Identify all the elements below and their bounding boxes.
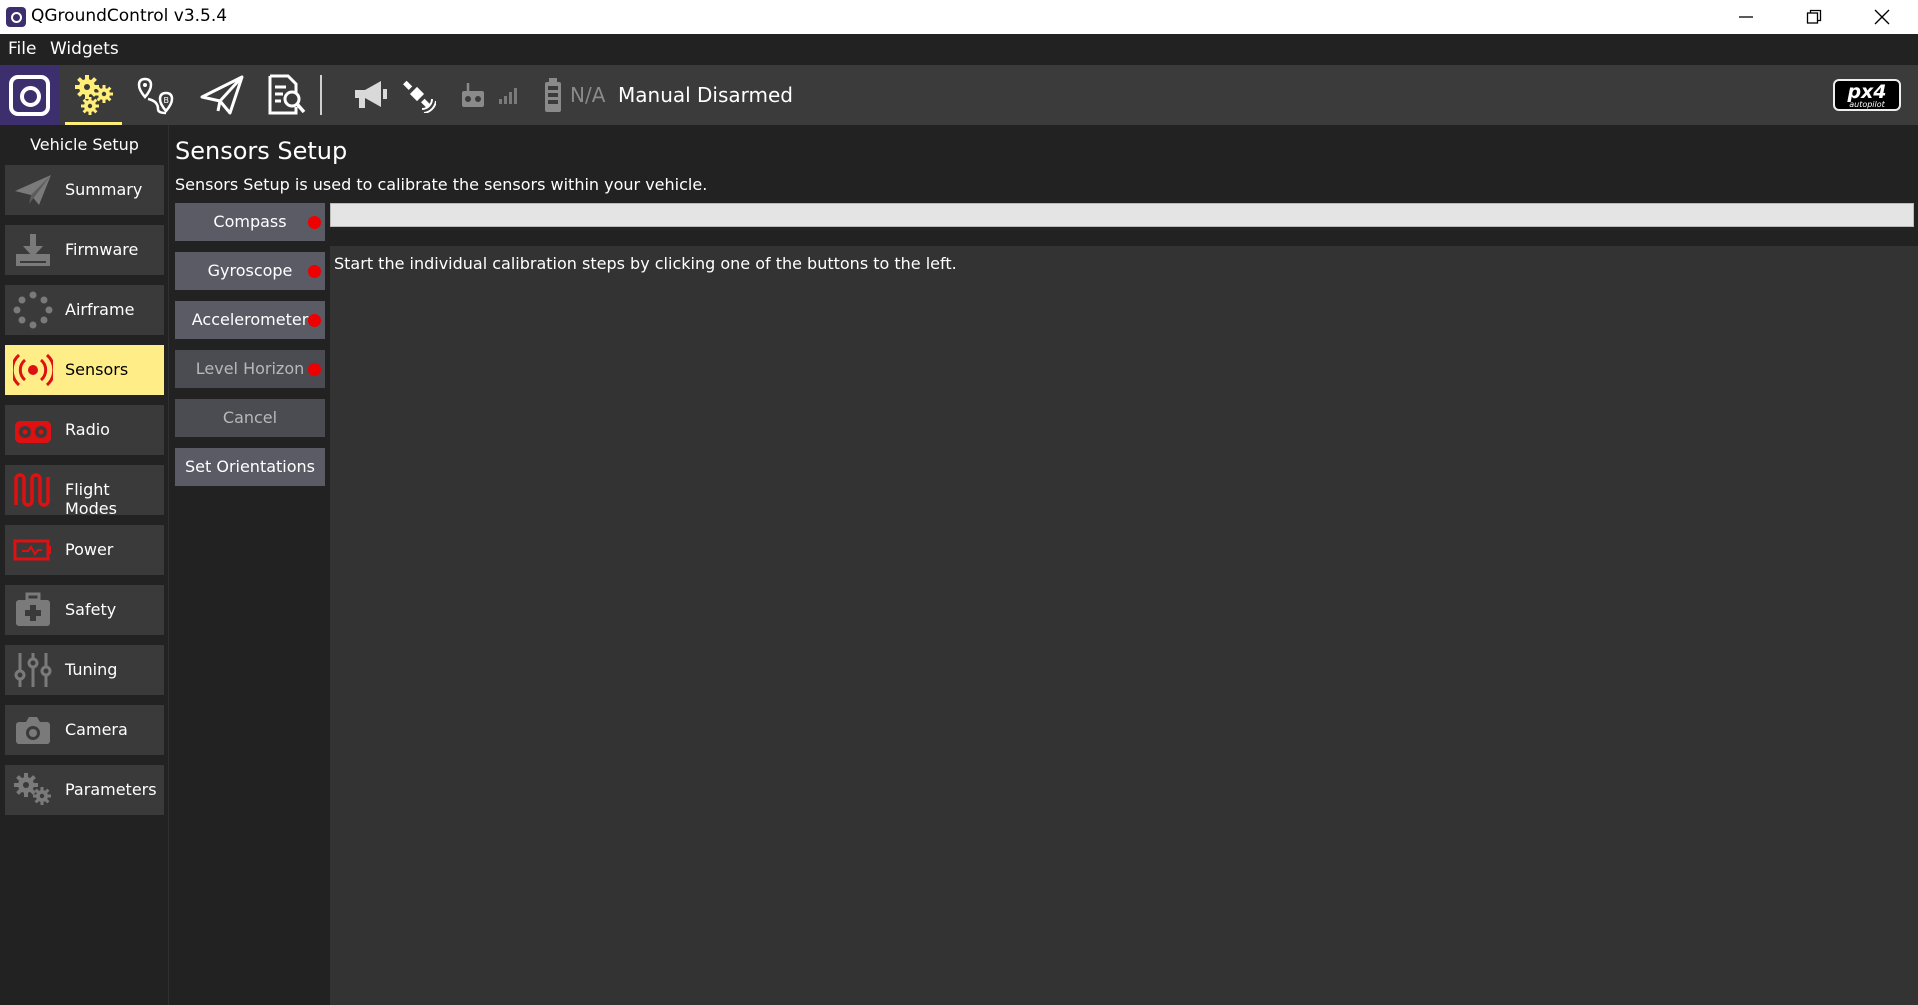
calibration-status-dot <box>308 216 321 229</box>
calibration-status-dot <box>308 265 321 278</box>
app-icon <box>6 7 26 27</box>
arm-state-indicator[interactable]: Disarmed <box>697 83 793 107</box>
sidebar-item-label: Radio <box>65 420 110 439</box>
sidebar-item-label: Safety <box>65 600 117 619</box>
page-title: Sensors Setup <box>175 137 348 165</box>
qgc-logo-icon <box>9 75 50 116</box>
sidebar-item-airframe[interactable]: Airframe <box>5 285 164 335</box>
button-label: Cancel <box>222 408 278 427</box>
parameters-gears-icon <box>14 773 51 805</box>
safety-medkit-icon <box>16 592 50 626</box>
megaphone-icon <box>355 81 387 108</box>
fly-view-icon <box>200 75 244 115</box>
sidebar-item-label: Camera <box>65 720 128 739</box>
gyroscope-calibrate-button[interactable]: Gyroscope <box>175 252 325 290</box>
main-toolbar: B N/A Manual Disarmed px4 autopilot <box>0 65 1918 125</box>
plan-view-icon: B <box>137 77 174 115</box>
menu-widgets[interactable]: Widgets <box>50 39 119 59</box>
qgc-logo-button[interactable] <box>0 65 60 125</box>
sidebar-item-label: Sensors <box>65 360 129 379</box>
sidebar-item-safety[interactable]: Safety <box>5 585 164 635</box>
button-label: Set Orientations <box>184 457 316 476</box>
button-label: Compass <box>213 212 287 231</box>
px4-logo-subtext: autopilot <box>1849 100 1885 109</box>
sidebar-item-flight-modes[interactable]: Flight Modes <box>5 465 164 518</box>
flight-modes-wave-icon <box>14 473 50 507</box>
menu-bar: File Widgets <box>0 34 1918 65</box>
radio-icon <box>15 421 51 443</box>
toolbar-separator <box>320 75 322 115</box>
sidebar-title: Vehicle Setup <box>30 135 139 154</box>
battery-text: N/A <box>570 83 606 107</box>
sidebar-item-sensors[interactable]: Sensors <box>5 345 164 395</box>
calibration-status-dot <box>308 363 321 376</box>
button-label: Gyroscope <box>207 261 293 280</box>
gps-status-button[interactable] <box>398 65 438 125</box>
calibration-status-dot <box>308 314 321 327</box>
accelerometer-calibrate-button[interactable]: Accelerometer <box>175 301 325 339</box>
sidebar-item-label: Parameters <box>65 780 157 799</box>
calibration-panel: Start the individual calibration steps b… <box>330 246 1918 1005</box>
sidebar-item-camera[interactable]: Camera <box>5 705 164 755</box>
cancel-button[interactable]: Cancel <box>175 399 325 437</box>
calibration-progress-bar <box>330 203 1914 227</box>
menu-file[interactable]: File <box>8 39 36 59</box>
vehicle-setup-button[interactable] <box>63 65 123 125</box>
sidebar-item-label: Firmware <box>65 240 139 259</box>
satellite-icon <box>403 80 436 113</box>
sidebar-item-parameters[interactable]: Parameters <box>5 765 164 815</box>
power-battery-icon <box>13 539 51 561</box>
sidebar-item-label: Flight Modes <box>65 480 117 518</box>
page-description: Sensors Setup is used to calibrate the s… <box>175 175 708 194</box>
svg-text:B: B <box>164 96 170 105</box>
sidebar-item-label: Power <box>65 540 114 559</box>
compass-calibrate-button[interactable]: Compass <box>175 203 325 241</box>
signal-strength-icon <box>499 88 517 104</box>
flight-mode-selector[interactable]: Manual <box>618 83 691 107</box>
window-title-bar: QGroundControl v3.5.4 <box>0 0 1918 34</box>
close-icon <box>1874 9 1890 25</box>
sidebar-item-power[interactable]: Power <box>5 525 164 575</box>
sidebar-item-label: Tuning <box>65 660 118 679</box>
sidebar-item-firmware[interactable]: Firmware <box>5 225 164 275</box>
window-title: QGroundControl v3.5.4 <box>31 6 228 26</box>
sidebar-item-label: Summary <box>65 180 143 199</box>
sidebar-item-radio[interactable]: Radio <box>5 405 164 455</box>
sensors-setup-page: Sensors Setup Sensors Setup is used to c… <box>169 125 1918 1005</box>
minimize-button[interactable] <box>1712 0 1780 34</box>
messages-button[interactable] <box>348 65 394 125</box>
vehicle-setup-sidebar: Vehicle Setup Summary Firmware Airframe <box>0 125 169 1005</box>
set-orientations-button[interactable]: Set Orientations <box>175 448 325 486</box>
rc-rssi-indicator[interactable] <box>458 65 518 125</box>
restore-icon <box>1806 9 1822 24</box>
px4-brand-logo: px4 autopilot <box>1833 79 1901 111</box>
plan-view-button[interactable]: B <box>130 65 186 125</box>
airframe-dots-icon <box>13 291 53 329</box>
button-label: Level Horizon <box>195 359 305 378</box>
sidebar-item-tuning[interactable]: Tuning <box>5 645 164 695</box>
analyze-view-icon <box>268 74 306 115</box>
sidebar-item-label: Airframe <box>65 300 135 319</box>
sidebar-item-summary[interactable]: Summary <box>5 165 164 215</box>
restore-button[interactable] <box>1780 0 1848 34</box>
sensors-broadcast-icon <box>13 353 53 387</box>
tuning-sliders-icon <box>14 653 52 687</box>
button-label: Accelerometer <box>191 310 309 329</box>
close-button[interactable] <box>1848 0 1916 34</box>
rc-transmitter-icon <box>462 83 484 107</box>
camera-icon <box>16 717 50 744</box>
fly-view-button[interactable] <box>194 65 250 125</box>
level-horizon-calibrate-button[interactable]: Level Horizon <box>175 350 325 388</box>
minimize-icon <box>1739 16 1753 18</box>
paper-plane-icon <box>15 175 51 205</box>
battery-icon <box>545 78 561 112</box>
download-icon <box>16 234 50 266</box>
analyze-view-button[interactable] <box>258 65 314 125</box>
calibration-instructions: Start the individual calibration steps b… <box>334 254 957 273</box>
vehicle-setup-gear-icon <box>75 75 113 115</box>
battery-indicator[interactable] <box>540 65 566 125</box>
